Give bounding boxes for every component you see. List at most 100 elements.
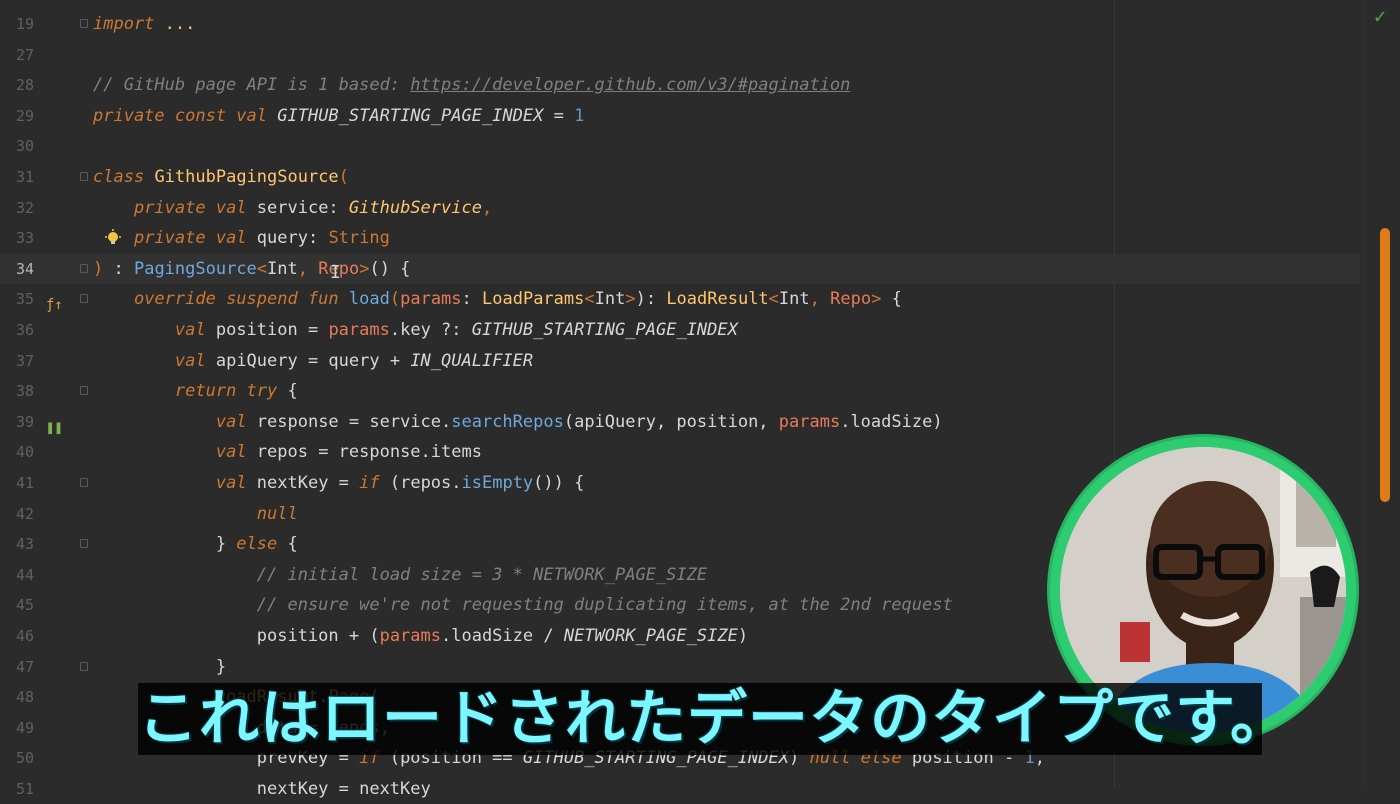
line-number: 46: [15, 627, 34, 645]
code-token: https://developer.github.com/v3/#paginat…: [410, 75, 851, 95]
code-token: .loadSize): [840, 412, 943, 432]
line-number: 42: [15, 505, 34, 523]
code-text: val apiQuery = query + IN_QUALIFIER: [93, 346, 533, 376]
code-line[interactable]: 34) : PagingSource<Int, Repo>() {I: [0, 254, 1360, 284]
code-text: val position = params.key ?: GITHUB_STAR…: [93, 315, 738, 345]
code-token: (: [338, 167, 349, 187]
code-line[interactable]: 30: [0, 131, 1360, 161]
code-line[interactable]: 35 ƒ↑ override suspend fun load(params: L…: [0, 284, 1360, 314]
line-number: 34: [15, 260, 34, 278]
line-number: 47: [15, 658, 34, 676]
code-token: // initial load size = 3 * NETWORK_PAGE_…: [256, 565, 708, 585]
code-token: ,: [809, 289, 831, 309]
line-number: 36: [15, 321, 34, 339]
code-text: private val service: GithubService,: [93, 193, 492, 223]
code-token: (repos.: [379, 473, 462, 493]
code-line[interactable]: 19 import ...: [0, 9, 1360, 39]
fold-toggle-icon[interactable]: [80, 264, 88, 273]
code-text: ) : PagingSource<Int, Repo>() {: [93, 254, 410, 284]
code-token: >: [625, 289, 636, 309]
fold-toggle-icon[interactable]: [80, 662, 88, 671]
subtitle-caption: これはロードされたデータのタイプです。: [138, 684, 1262, 754]
code-line[interactable]: 38 return try {: [0, 376, 1360, 406]
code-token: Int: [594, 289, 626, 309]
code-token: LoadParams: [482, 289, 585, 309]
code-token: GithubPagingSource: [154, 167, 339, 187]
code-line[interactable]: 36 val position = params.key ?: GITHUB_S…: [0, 315, 1360, 345]
code-line[interactable]: 51 nextKey = nextKey: [0, 774, 1360, 804]
code-text: // GitHub page API is 1 based: https://d…: [93, 70, 850, 100]
line-number: 32: [15, 199, 34, 217]
editor-scroll-gutter[interactable]: ✓: [1363, 0, 1400, 787]
code-line[interactable]: 37 val apiQuery = query + IN_QUALIFIER: [0, 346, 1360, 376]
code-token: params: [379, 626, 441, 646]
code-token: params: [328, 320, 390, 340]
code-token: {: [881, 289, 902, 309]
code-token: GITHUB_STARTING_PAGE_INDEX: [277, 106, 544, 126]
code-token: :: [461, 289, 483, 309]
line-number: 50: [15, 749, 34, 767]
code-token: .loadSize /: [441, 626, 564, 646]
code-token: }: [93, 534, 237, 554]
code-text: nextKey = nextKey: [93, 774, 431, 804]
code-token: ...: [164, 14, 196, 34]
code-token: class: [93, 167, 145, 187]
fold-toggle-icon[interactable]: [80, 386, 88, 395]
code-text: override suspend fun load(params: LoadPa…: [93, 284, 902, 314]
code-token: PagingSource: [133, 259, 257, 279]
line-number: 48: [15, 688, 34, 706]
fold-toggle-icon[interactable]: [80, 172, 88, 181]
code-text: return try {: [93, 376, 298, 406]
code-token: 1: [574, 106, 585, 126]
code-token: null: [256, 504, 298, 524]
code-token: params: [778, 412, 841, 432]
code-token: IN_QUALIFIER: [410, 351, 534, 371]
code-token: isEmpty: [461, 473, 534, 493]
line-number: 27: [15, 46, 34, 64]
code-token: // ensure we're not requesting duplicati…: [256, 595, 953, 615]
code-token: NETWORK_PAGE_SIZE: [563, 626, 738, 646]
line-number: 51: [15, 780, 34, 798]
code-token: >: [359, 259, 370, 279]
code-token: import: [93, 14, 155, 34]
code-token: =: [543, 106, 575, 126]
code-token: load: [348, 289, 390, 309]
code-line[interactable]: 39 ❚❚ val response = service.searchRepos(…: [0, 407, 1360, 437]
code-token: position + (: [93, 626, 380, 646]
code-token: apiQuery = query +: [205, 351, 411, 371]
code-text: // initial load size = 3 * NETWORK_PAGE_…: [93, 560, 707, 590]
code-token: <: [584, 289, 595, 309]
code-line[interactable]: 27: [0, 40, 1360, 70]
code-token: (apiQuery, position,: [563, 412, 779, 432]
code-token: Int: [267, 259, 298, 279]
code-line[interactable]: 33 private val query: String: [0, 223, 1360, 253]
code-line[interactable]: 31 class GithubPagingSource(: [0, 162, 1360, 192]
code-token: Repo: [830, 289, 872, 309]
code-line[interactable]: 28 // GitHub page API is 1 based: https:/…: [0, 70, 1360, 100]
line-number: 37: [15, 352, 34, 370]
code-token: return try: [174, 381, 278, 401]
code-token: query:: [246, 228, 329, 248]
code-text: class GithubPagingSource(: [93, 162, 349, 192]
fold-toggle-icon[interactable]: [80, 294, 88, 303]
code-line[interactable]: 32 private val service: GithubService,: [0, 193, 1360, 223]
code-token: GITHUB_STARTING_PAGE_INDEX: [471, 320, 738, 340]
code-token: ): [93, 259, 104, 279]
scrollbar-thumb[interactable]: [1380, 228, 1390, 502]
line-number: 39: [15, 413, 34, 431]
line-number: 43: [15, 535, 34, 553]
code-token: Int: [778, 289, 810, 309]
code-token: <: [768, 289, 779, 309]
code-token: private val: [133, 228, 247, 248]
code-line[interactable]: 29 private const val GITHUB_STARTING_PAGE…: [0, 101, 1360, 131]
code-text: val nextKey = if (repos.isEmpty()) {: [93, 468, 585, 498]
line-number: 29: [15, 107, 34, 125]
code-token: GithubService: [348, 198, 482, 218]
fold-toggle-icon[interactable]: [80, 19, 88, 28]
fold-toggle-icon[interactable]: [80, 478, 88, 487]
fold-toggle-icon[interactable]: [80, 539, 88, 548]
